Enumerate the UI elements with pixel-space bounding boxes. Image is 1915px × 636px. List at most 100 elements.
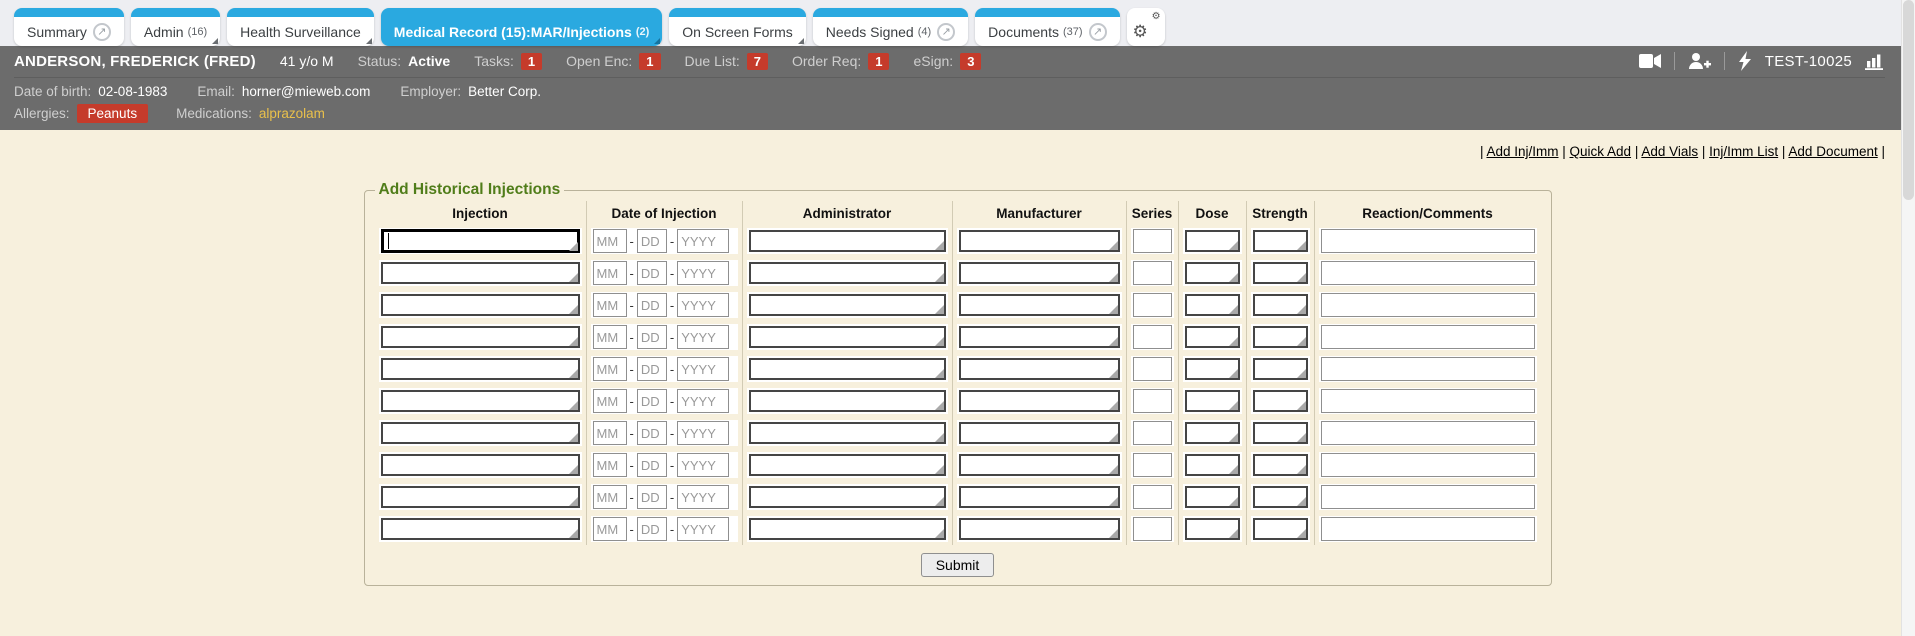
series-input[interactable] (1133, 421, 1172, 445)
administrator-input[interactable] (749, 518, 946, 540)
person-add-icon[interactable] (1688, 52, 1711, 70)
administrator-input[interactable] (749, 262, 946, 284)
date-mm-input[interactable] (593, 261, 627, 285)
date-dd-input[interactable] (637, 357, 667, 381)
injection-input[interactable] (381, 422, 580, 444)
injection-input[interactable] (381, 518, 580, 540)
manufacturer-input[interactable] (959, 358, 1120, 380)
date-yyyy-input[interactable] (677, 517, 729, 541)
reaction-comments-input[interactable] (1321, 261, 1535, 285)
counter-badge[interactable]: 7 (747, 53, 768, 70)
bar-chart-icon[interactable] (1865, 52, 1885, 70)
manufacturer-input[interactable] (959, 486, 1120, 508)
reaction-comments-input[interactable] (1321, 485, 1535, 509)
administrator-input[interactable] (749, 358, 946, 380)
date-dd-input[interactable] (637, 389, 667, 413)
manufacturer-input[interactable] (959, 422, 1120, 444)
medication-item[interactable]: alprazolam (259, 106, 325, 121)
date-yyyy-input[interactable] (677, 453, 729, 477)
counter-badge[interactable]: 1 (868, 53, 889, 70)
series-input[interactable] (1133, 517, 1172, 541)
injection-input[interactable] (381, 454, 580, 476)
dose-input[interactable] (1185, 326, 1240, 348)
date-dd-input[interactable] (637, 421, 667, 445)
date-mm-input[interactable] (593, 229, 627, 253)
date-mm-input[interactable] (593, 389, 627, 413)
link-add-inj-imm[interactable]: Add Inj/Imm (1486, 144, 1558, 159)
strength-input[interactable] (1253, 326, 1308, 348)
date-dd-input[interactable] (637, 485, 667, 509)
series-input[interactable] (1133, 229, 1172, 253)
administrator-input[interactable] (749, 390, 946, 412)
allergy-badge[interactable]: Peanuts (77, 104, 149, 123)
dose-input[interactable] (1185, 486, 1240, 508)
manufacturer-input[interactable] (959, 326, 1120, 348)
date-dd-input[interactable] (637, 293, 667, 317)
tab-health-surveillance[interactable]: Health Surveillance (227, 8, 374, 46)
date-mm-input[interactable] (593, 421, 627, 445)
injection-input[interactable] (381, 358, 580, 380)
series-input[interactable] (1133, 325, 1172, 349)
counter-badge[interactable]: 1 (521, 53, 542, 70)
date-yyyy-input[interactable] (677, 293, 729, 317)
series-input[interactable] (1133, 485, 1172, 509)
date-mm-input[interactable] (593, 517, 627, 541)
injection-input[interactable] (381, 294, 580, 316)
series-input[interactable] (1133, 389, 1172, 413)
reaction-comments-input[interactable] (1321, 453, 1535, 477)
administrator-input[interactable] (749, 422, 946, 444)
date-mm-input[interactable] (593, 453, 627, 477)
manufacturer-input[interactable] (959, 390, 1120, 412)
date-yyyy-input[interactable] (677, 357, 729, 381)
administrator-input[interactable] (749, 294, 946, 316)
tab-summary[interactable]: Summary ↗ (14, 8, 124, 46)
series-input[interactable] (1133, 453, 1172, 477)
series-input[interactable] (1133, 261, 1172, 285)
manufacturer-input[interactable] (959, 518, 1120, 540)
reaction-comments-input[interactable] (1321, 357, 1535, 381)
date-dd-input[interactable] (637, 453, 667, 477)
dose-input[interactable] (1185, 390, 1240, 412)
counter-badge[interactable]: 3 (960, 53, 981, 70)
date-dd-input[interactable] (637, 261, 667, 285)
external-link-icon[interactable]: ↗ (1089, 23, 1107, 41)
administrator-input[interactable] (749, 454, 946, 476)
reaction-comments-input[interactable] (1321, 325, 1535, 349)
administrator-input[interactable] (749, 486, 946, 508)
link-add-vials[interactable]: Add Vials (1641, 144, 1698, 159)
dose-input[interactable] (1185, 294, 1240, 316)
date-dd-input[interactable] (637, 517, 667, 541)
strength-input[interactable] (1253, 486, 1308, 508)
strength-input[interactable] (1253, 422, 1308, 444)
strength-input[interactable] (1253, 358, 1308, 380)
tab-documents[interactable]: Documents (37) ↗ (975, 8, 1119, 46)
date-mm-input[interactable] (593, 485, 627, 509)
tab-medical-record-15-mar-injections[interactable]: Medical Record (15):MAR/Injections (2) (381, 8, 663, 46)
link-quick-add[interactable]: Quick Add (1570, 144, 1632, 159)
manufacturer-input[interactable] (959, 294, 1120, 316)
dose-input[interactable] (1185, 262, 1240, 284)
manufacturer-input[interactable] (959, 454, 1120, 476)
dose-input[interactable] (1185, 422, 1240, 444)
date-yyyy-input[interactable] (677, 485, 729, 509)
reaction-comments-input[interactable] (1321, 421, 1535, 445)
strength-input[interactable] (1253, 294, 1308, 316)
settings-button[interactable]: ⚙ ⚙ (1127, 8, 1165, 46)
series-input[interactable] (1133, 357, 1172, 381)
strength-input[interactable] (1253, 518, 1308, 540)
date-yyyy-input[interactable] (677, 325, 729, 349)
administrator-input[interactable] (749, 326, 946, 348)
counter-badge[interactable]: 1 (639, 53, 660, 70)
injection-input[interactable] (381, 390, 580, 412)
dose-input[interactable] (1185, 358, 1240, 380)
strength-input[interactable] (1253, 390, 1308, 412)
date-mm-input[interactable] (593, 357, 627, 381)
manufacturer-input[interactable] (959, 230, 1120, 252)
reaction-comments-input[interactable] (1321, 293, 1535, 317)
strength-input[interactable] (1253, 454, 1308, 476)
lightning-icon[interactable] (1738, 51, 1752, 71)
reaction-comments-input[interactable] (1321, 389, 1535, 413)
injection-input[interactable] (381, 229, 580, 253)
injection-input[interactable] (381, 486, 580, 508)
date-yyyy-input[interactable] (677, 389, 729, 413)
